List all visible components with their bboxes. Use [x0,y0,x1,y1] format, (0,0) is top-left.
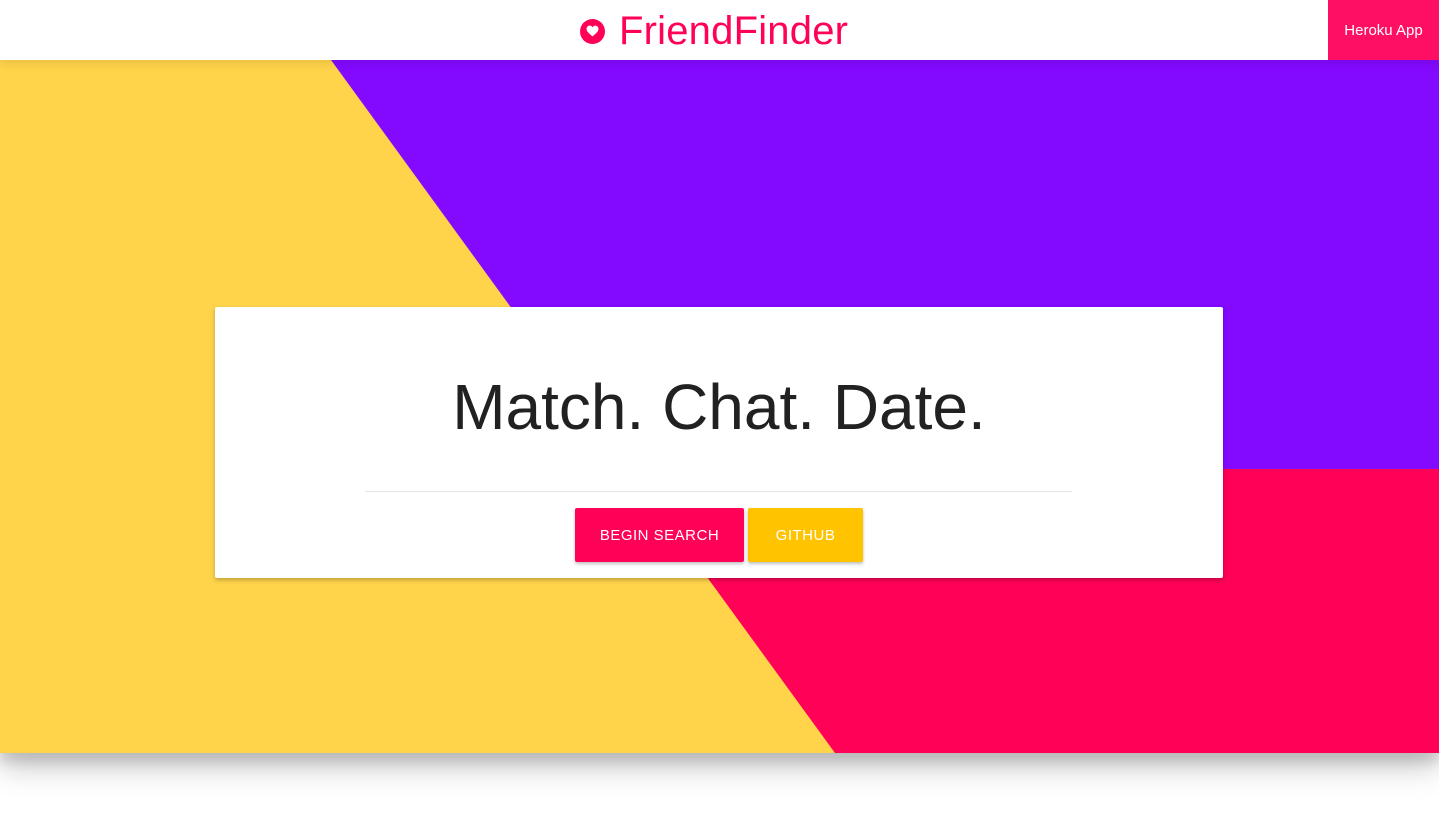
hero-section: Match. Chat. Date. BEGIN SEARCH GITHUB [0,60,1439,753]
card-divider [365,491,1072,492]
github-button[interactable]: GITHUB [748,508,863,562]
brand-logo-link[interactable]: FriendFinder [580,6,848,56]
brand-title: FriendFinder [619,9,849,53]
hero-card: Match. Chat. Date. BEGIN SEARCH GITHUB [215,307,1223,578]
top-navbar: FriendFinder Heroku App [0,0,1439,60]
heroku-app-link[interactable]: Heroku App [1328,0,1439,60]
heart-icon [580,18,605,44]
hero-headline: Match. Chat. Date. [452,371,986,443]
begin-search-button[interactable]: BEGIN SEARCH [575,508,744,562]
